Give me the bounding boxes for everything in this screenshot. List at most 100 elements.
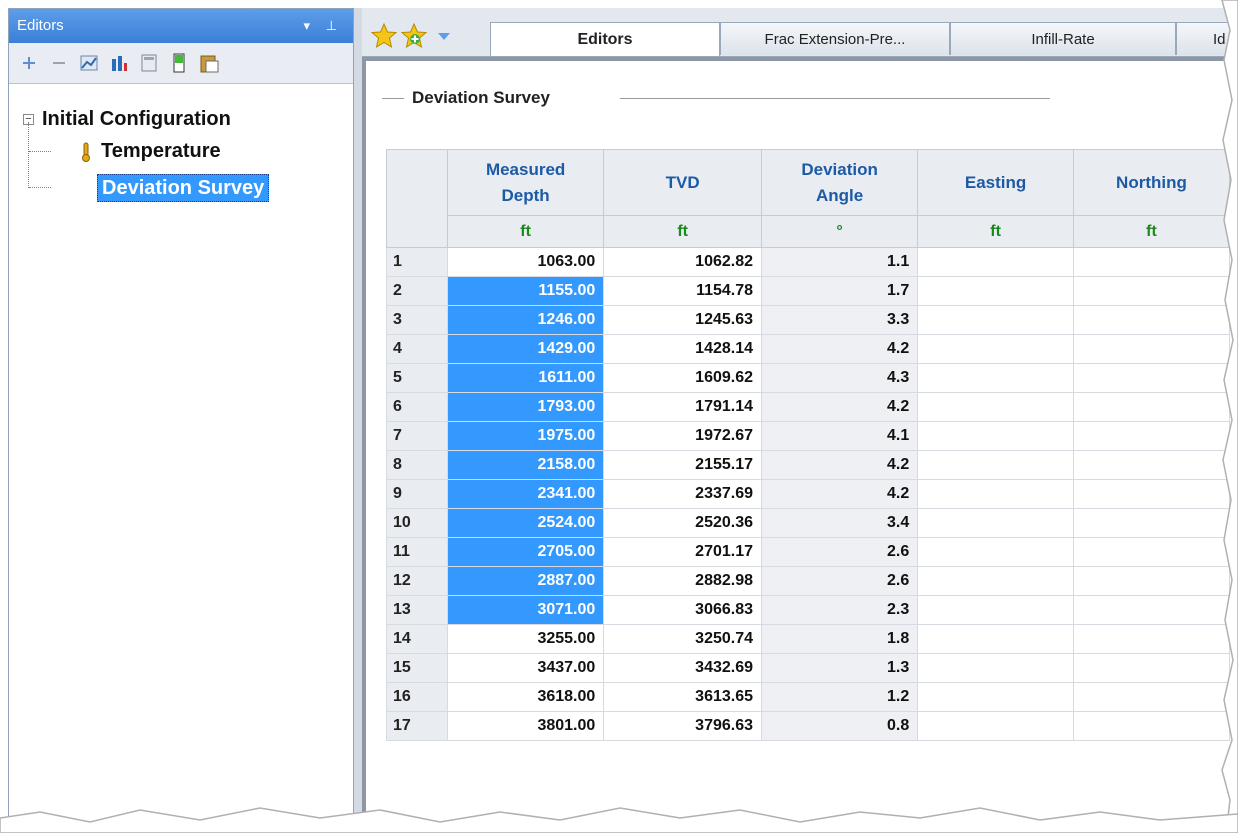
table-row[interactable]: 13 3071.00 3066.83 2.3 (386, 595, 1230, 625)
cell-tvd[interactable]: 3250.74 (603, 624, 763, 654)
cell-tvd[interactable]: 2155.17 (603, 450, 763, 480)
cell-measured-depth[interactable]: 1155.00 (446, 276, 605, 306)
cell-deviation-angle[interactable]: 4.3 (761, 363, 919, 393)
cell-northing[interactable] (1072, 595, 1230, 625)
calculator-icon[interactable] (137, 51, 161, 75)
table-row[interactable]: 15 3437.00 3432.69 1.3 (386, 653, 1230, 683)
cell-deviation-angle[interactable]: 4.2 (761, 334, 919, 364)
cell-measured-depth[interactable]: 1611.00 (446, 363, 605, 393)
table-row[interactable]: 1 1063.00 1062.82 1.1 (386, 247, 1230, 277)
table-row[interactable]: 5 1611.00 1609.62 4.3 (386, 363, 1230, 393)
table-row[interactable]: 2 1155.00 1154.78 1.7 (386, 276, 1230, 306)
cell-tvd[interactable]: 1972.67 (603, 421, 763, 451)
minus-icon[interactable] (47, 51, 71, 75)
paste-icon[interactable] (197, 51, 221, 75)
cell-measured-depth[interactable]: 2158.00 (446, 450, 605, 480)
cell-deviation-angle[interactable]: 3.4 (761, 508, 919, 538)
cell-measured-depth[interactable]: 2705.00 (446, 537, 605, 567)
cell-measured-depth[interactable]: 3801.00 (446, 711, 605, 741)
row-number[interactable]: 6 (386, 392, 448, 422)
cell-measured-depth[interactable]: 3255.00 (446, 624, 605, 654)
cell-tvd[interactable]: 3613.65 (603, 682, 763, 712)
cell-easting[interactable] (917, 421, 1074, 451)
tab-id[interactable]: Id (1176, 22, 1230, 55)
tab-infill-rate[interactable]: Infill-Rate (950, 22, 1176, 55)
cell-northing[interactable] (1072, 334, 1230, 364)
cell-northing[interactable] (1072, 363, 1230, 393)
row-number[interactable]: 12 (386, 566, 448, 596)
cell-measured-depth[interactable]: 1429.00 (446, 334, 605, 364)
row-number[interactable]: 15 (386, 653, 448, 683)
cell-easting[interactable] (917, 508, 1074, 538)
cell-easting[interactable] (917, 711, 1074, 741)
cell-northing[interactable] (1072, 566, 1230, 596)
table-row[interactable]: 11 2705.00 2701.17 2.6 (386, 537, 1230, 567)
cell-tvd[interactable]: 1245.63 (603, 305, 763, 335)
bar-chart-icon[interactable] (107, 51, 131, 75)
cell-measured-depth[interactable]: 2887.00 (446, 566, 605, 596)
row-number[interactable]: 5 (386, 363, 448, 393)
table-row[interactable]: 7 1975.00 1972.67 4.1 (386, 421, 1230, 451)
row-number[interactable]: 7 (386, 421, 448, 451)
table-row[interactable]: 17 3801.00 3796.63 0.8 (386, 711, 1230, 741)
cell-northing[interactable] (1072, 682, 1230, 712)
cell-tvd[interactable]: 3432.69 (603, 653, 763, 683)
tree-node-deviation-survey[interactable]: Deviation Survey (97, 174, 270, 202)
cell-measured-depth[interactable]: 3437.00 (446, 653, 605, 683)
row-number[interactable]: 1 (386, 247, 448, 277)
cell-tvd[interactable]: 1062.82 (603, 247, 763, 277)
cell-tvd[interactable]: 3066.83 (603, 595, 763, 625)
table-row[interactable]: 10 2524.00 2520.36 3.4 (386, 508, 1230, 538)
row-number[interactable]: 13 (386, 595, 448, 625)
tree-node-temperature[interactable]: Temperature (81, 140, 221, 163)
cell-deviation-angle[interactable]: 1.2 (761, 682, 919, 712)
battery-icon[interactable] (167, 51, 191, 75)
add-favorite-star-icon[interactable] (400, 22, 428, 50)
cell-tvd[interactable]: 1791.14 (603, 392, 763, 422)
cell-measured-depth[interactable]: 3618.00 (446, 682, 605, 712)
row-number[interactable]: 9 (386, 479, 448, 509)
cell-deviation-angle[interactable]: 2.3 (761, 595, 919, 625)
cell-northing[interactable] (1072, 537, 1230, 567)
cell-easting[interactable] (917, 624, 1074, 654)
cell-measured-depth[interactable]: 2341.00 (446, 479, 605, 509)
cell-deviation-angle[interactable]: 2.6 (761, 566, 919, 596)
column-header-deviation-angle[interactable]: Deviation Angle (761, 149, 919, 216)
cell-deviation-angle[interactable]: 1.8 (761, 624, 919, 654)
table-row[interactable]: 6 1793.00 1791.14 4.2 (386, 392, 1230, 422)
cell-easting[interactable] (917, 566, 1074, 596)
cell-easting[interactable] (917, 595, 1074, 625)
row-number[interactable]: 17 (386, 711, 448, 741)
table-row[interactable]: 9 2341.00 2337.69 4.2 (386, 479, 1230, 509)
cell-easting[interactable] (917, 247, 1074, 277)
cell-tvd[interactable]: 2701.17 (603, 537, 763, 567)
cell-deviation-angle[interactable]: 1.1 (761, 247, 919, 277)
cell-deviation-angle[interactable]: 0.8 (761, 711, 919, 741)
cell-northing[interactable] (1072, 624, 1230, 654)
cell-tvd[interactable]: 2882.98 (603, 566, 763, 596)
tab-list-dropdown-icon[interactable] (434, 26, 454, 46)
cell-easting[interactable] (917, 479, 1074, 509)
cell-tvd[interactable]: 3796.63 (603, 711, 763, 741)
cell-easting[interactable] (917, 305, 1074, 335)
row-number[interactable]: 10 (386, 508, 448, 538)
table-row[interactable]: 3 1246.00 1245.63 3.3 (386, 305, 1230, 335)
grid-corner[interactable] (386, 149, 448, 248)
table-row[interactable]: 12 2887.00 2882.98 2.6 (386, 566, 1230, 596)
cell-northing[interactable] (1072, 450, 1230, 480)
cell-easting[interactable] (917, 450, 1074, 480)
cell-easting[interactable] (917, 363, 1074, 393)
cell-easting[interactable] (917, 276, 1074, 306)
table-row[interactable]: 14 3255.00 3250.74 1.8 (386, 624, 1230, 654)
tree-node-initial-configuration[interactable]: − Initial Configuration (23, 108, 231, 131)
cell-easting[interactable] (917, 392, 1074, 422)
cell-easting[interactable] (917, 653, 1074, 683)
cell-tvd[interactable]: 1609.62 (603, 363, 763, 393)
cell-deviation-angle[interactable]: 4.2 (761, 479, 919, 509)
panel-splitter[interactable] (354, 8, 362, 823)
cell-northing[interactable] (1072, 276, 1230, 306)
row-number[interactable]: 8 (386, 450, 448, 480)
row-number[interactable]: 2 (386, 276, 448, 306)
row-number[interactable]: 11 (386, 537, 448, 567)
cell-tvd[interactable]: 1154.78 (603, 276, 763, 306)
